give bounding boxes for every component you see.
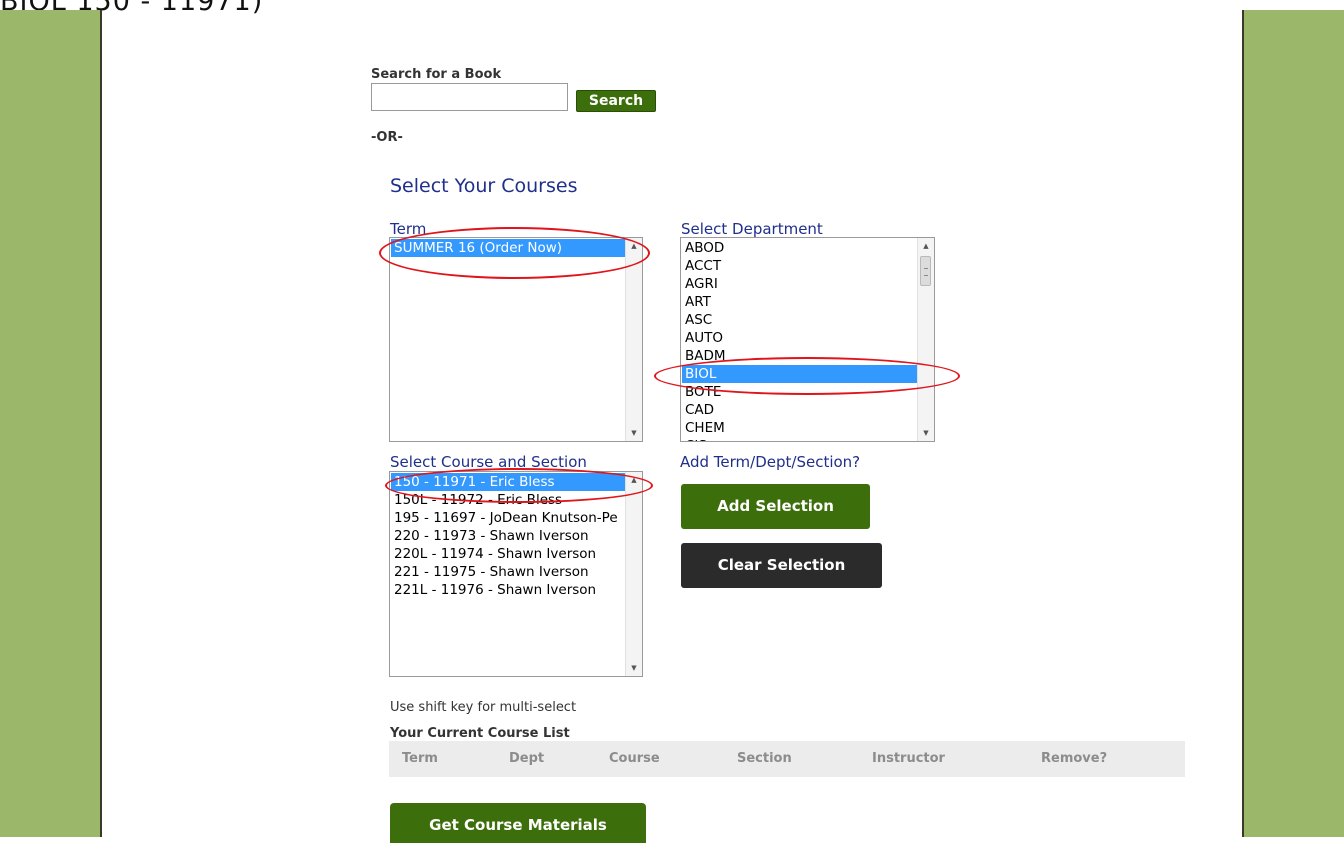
scroll-thumb[interactable] (920, 256, 931, 286)
annotation-circle-department (654, 357, 960, 395)
or-divider: -OR- (371, 130, 403, 145)
search-label: Search for a Book (371, 67, 502, 82)
department-option[interactable]: ACCT (682, 257, 917, 275)
course-list-header: Term Dept Course Section Instructor Remo… (389, 741, 1185, 777)
course-section-option[interactable]: 220L - 11974 - Shawn Iverson (391, 545, 625, 563)
department-label: Select Department (681, 220, 823, 238)
multi-select-hint: Use shift key for multi-select (390, 700, 577, 715)
department-option[interactable]: AUTO (682, 329, 917, 347)
course-section-option[interactable]: 195 - 11697 - JoDean Knutson-Pe (391, 509, 625, 527)
column-header: Course (609, 751, 660, 766)
department-option[interactable]: CHEM (682, 419, 917, 437)
course-list-title: Your Current Course List (390, 726, 570, 741)
department-option[interactable]: AGRI (682, 275, 917, 293)
department-option[interactable]: CIS (682, 437, 917, 441)
column-header: Instructor (872, 751, 945, 766)
column-header: Remove? (1041, 751, 1108, 766)
get-course-materials-button[interactable]: Get Course Materials (390, 803, 646, 843)
course-section-option[interactable]: 220 - 11973 - Shawn Iverson (391, 527, 625, 545)
add-selection-button[interactable]: Add Selection (681, 484, 870, 529)
column-header: Term (402, 751, 438, 766)
scroll-up-icon[interactable]: ▲ (918, 238, 934, 254)
column-header: Section (737, 751, 792, 766)
department-scrollbar[interactable]: ▲ ▼ (917, 238, 934, 441)
department-option[interactable]: ABOD (682, 239, 917, 257)
annotation-circle-course (385, 468, 653, 503)
term-scrollbar[interactable]: ▲ ▼ (625, 238, 642, 441)
department-option[interactable]: ASC (682, 311, 917, 329)
search-button[interactable]: Search (576, 90, 656, 112)
column-header: Dept (509, 751, 545, 766)
left-side-panel (0, 10, 102, 837)
course-scrollbar[interactable]: ▲ ▼ (625, 472, 642, 676)
department-option[interactable]: CAD (682, 401, 917, 419)
scroll-down-icon[interactable]: ▼ (626, 425, 642, 441)
department-option[interactable]: ART (682, 293, 917, 311)
page-title: Select Your Courses (390, 175, 578, 197)
course-section-option[interactable]: 221L - 11976 - Shawn Iverson (391, 581, 625, 599)
scroll-down-icon[interactable]: ▼ (918, 425, 934, 441)
department-listbox[interactable]: ABOD ACCT AGRI ART ASC AUTO BADM BIOL BOTE CAD CHE… (680, 237, 935, 442)
course-section-option[interactable]: 221 - 11975 - Shawn Iverson (391, 563, 625, 581)
clear-selection-button[interactable]: Clear Selection (681, 543, 882, 588)
right-side-panel (1242, 10, 1344, 837)
scroll-down-icon[interactable]: ▼ (626, 660, 642, 676)
search-input[interactable] (371, 83, 568, 111)
add-prompt: Add Term/Dept/Section? (680, 453, 861, 471)
annotation-circle-term (379, 227, 650, 279)
